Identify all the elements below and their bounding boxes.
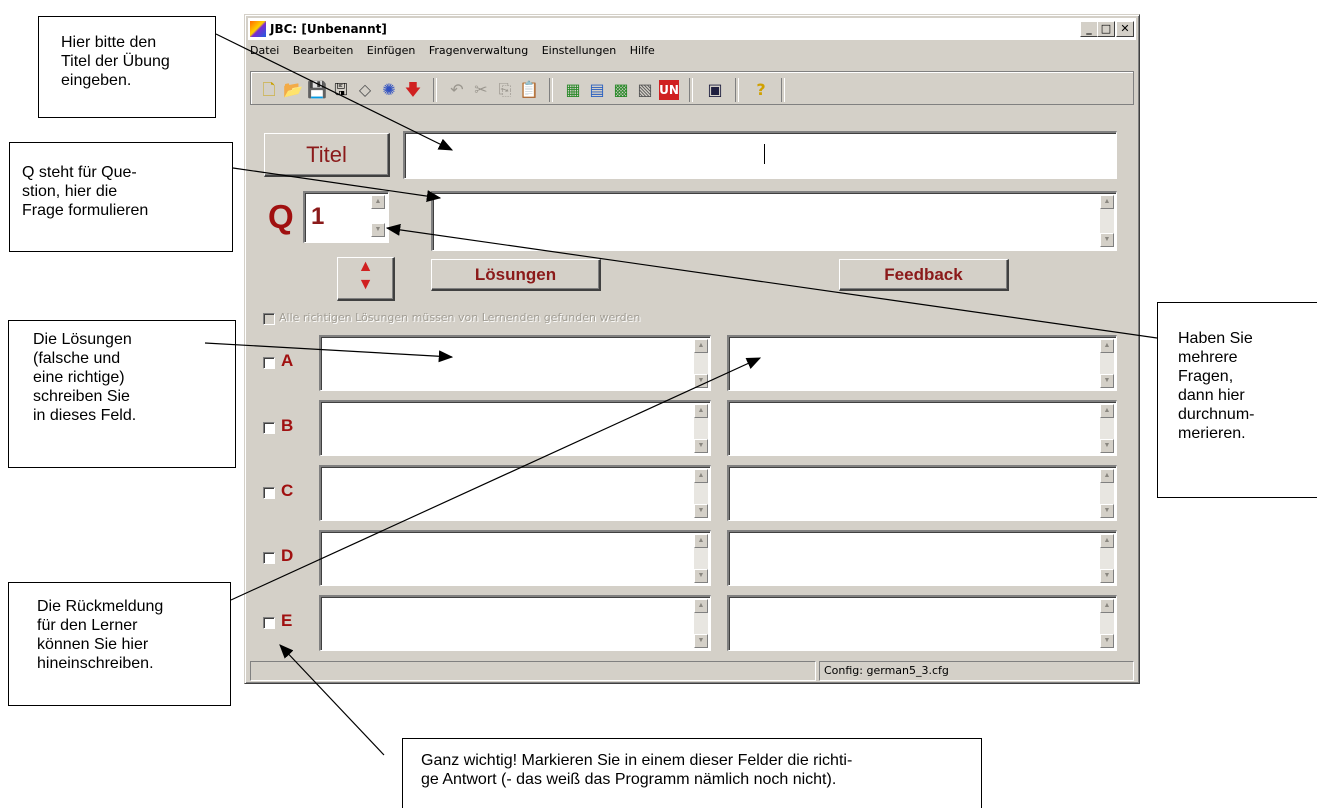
arrow-title: [215, 33, 454, 151]
arrow-question: [232, 167, 442, 203]
annotation-arrows: [204, 33, 1158, 756]
arrow-solutions: [204, 342, 454, 363]
arrow-numbering: [385, 223, 1158, 339]
arrow-feedback: [230, 357, 762, 601]
arrow-mark: [279, 644, 385, 756]
